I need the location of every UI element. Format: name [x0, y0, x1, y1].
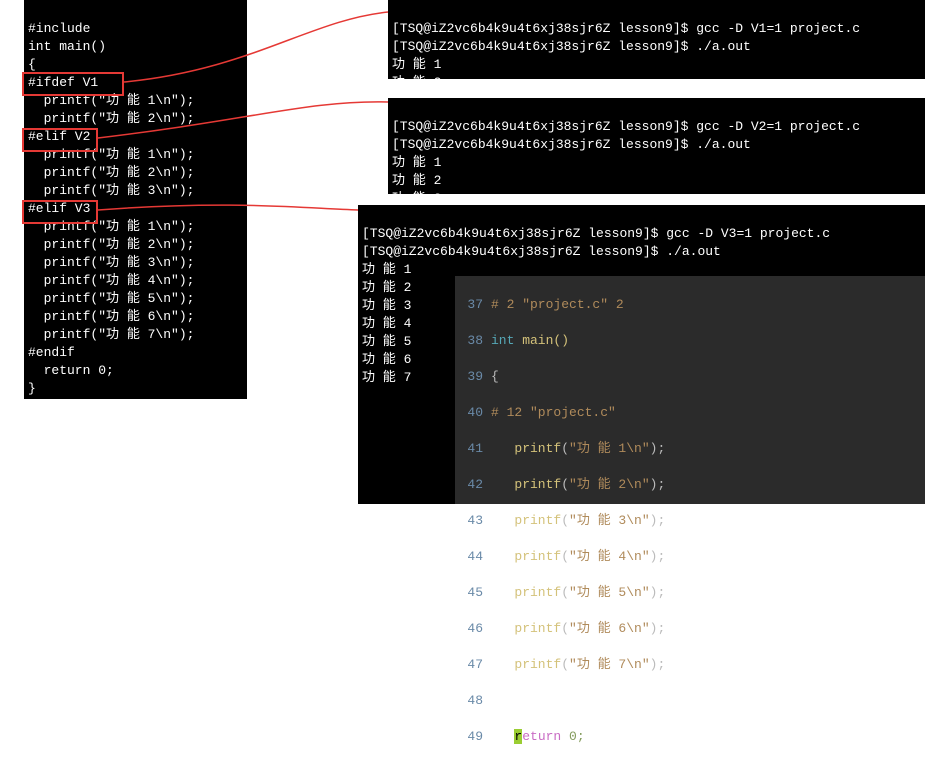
output-line: 功 能 3: [392, 191, 441, 206]
output-line: 功 能 7: [362, 370, 411, 385]
prompt: [TSQ@iZ2vc6b4k9u4t6xj38sjr6Z lesson9]$: [392, 137, 696, 152]
terminal-v1: [TSQ@iZ2vc6b4k9u4t6xj38sjr6Z lesson9]$ g…: [388, 0, 925, 79]
editor-line: 38int main(): [455, 332, 925, 350]
editor-line: 43 printf("功 能 3\n");: [455, 512, 925, 530]
output-line: 功 能 5: [362, 334, 411, 349]
editor-line: 49 return 0;: [455, 728, 925, 746]
output-line: 功 能 4: [362, 316, 411, 331]
prompt: [TSQ@iZ2vc6b4k9u4t6xj38sjr6Z lesson9]$: [392, 21, 696, 36]
command: ./a.out: [666, 244, 721, 259]
command: ./a.out: [696, 137, 751, 152]
output-line: 功 能 6: [362, 352, 411, 367]
output-line: 功 能 2: [392, 75, 441, 90]
output-line: 功 能 1: [392, 57, 441, 72]
editor-line: 42 printf("功 能 2\n");: [455, 476, 925, 494]
prompt: [TSQ@iZ2vc6b4k9u4t6xj38sjr6Z lesson9]$: [392, 119, 696, 134]
editor-line: 47 printf("功 能 7\n");: [455, 656, 925, 674]
preprocessed-editor: 37# 2 "project.c" 2 38int main() 39{ 40#…: [455, 276, 925, 504]
editor-line: 45 printf("功 能 5\n");: [455, 584, 925, 602]
output-line: 功 能 1: [362, 262, 411, 277]
output-line: 功 能 2: [362, 280, 411, 295]
command: gcc -D V1=1 project.c: [696, 21, 860, 36]
editor-line: 41 printf("功 能 1\n");: [455, 440, 925, 458]
editor-line: 46 printf("功 能 6\n");: [455, 620, 925, 638]
source-code-panel: #include int main() { #ifdef V1 printf("…: [24, 0, 247, 399]
prompt: [TSQ@iZ2vc6b4k9u4t6xj38sjr6Z lesson9]$: [392, 39, 696, 54]
editor-line: 44 printf("功 能 4\n");: [455, 548, 925, 566]
editor-line: 37# 2 "project.c" 2: [455, 296, 925, 314]
output-line: 功 能 3: [362, 298, 411, 313]
command: ./a.out: [696, 39, 751, 54]
output-line: 功 能 1: [392, 155, 441, 170]
terminal-v2: [TSQ@iZ2vc6b4k9u4t6xj38sjr6Z lesson9]$ g…: [388, 98, 925, 194]
editor-line: 39{: [455, 368, 925, 386]
prompt: [TSQ@iZ2vc6b4k9u4t6xj38sjr6Z lesson9]$: [362, 226, 666, 241]
editor-line: 40# 12 "project.c": [455, 404, 925, 422]
output-line: 功 能 2: [392, 173, 441, 188]
command: gcc -D V3=1 project.c: [666, 226, 830, 241]
editor-line: 48: [455, 692, 925, 710]
command: gcc -D V2=1 project.c: [696, 119, 860, 134]
prompt: [TSQ@iZ2vc6b4k9u4t6xj38sjr6Z lesson9]$: [362, 244, 666, 259]
